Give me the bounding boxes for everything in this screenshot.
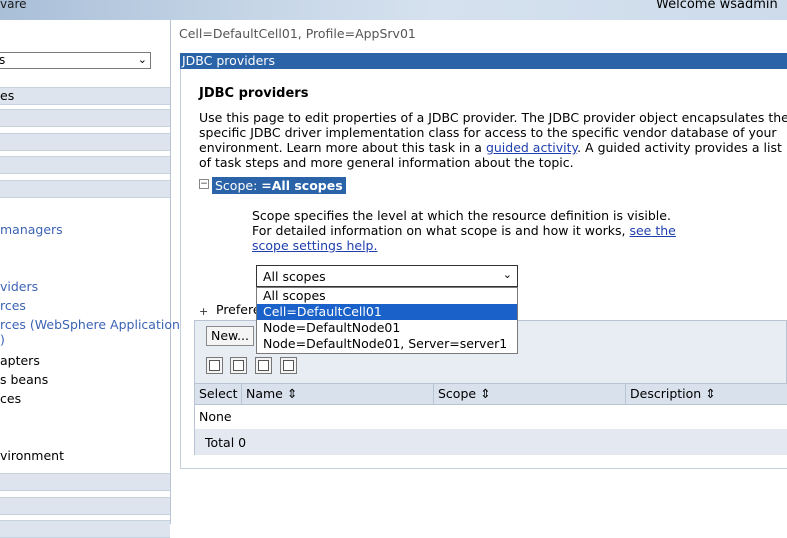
nav-link-data-sources[interactable]: rces	[0, 298, 26, 313]
nav-group-bar[interactable]: es	[0, 87, 170, 105]
welcome-text: Welcome wsadmin	[656, 0, 778, 12]
nav-group-bar[interactable]	[0, 473, 170, 491]
page-description: Use this page to edit properties of a JD…	[199, 110, 787, 170]
scope-section-header[interactable]: Scope: =All scopes	[212, 177, 346, 194]
nav-item-adapters[interactable]: apters	[0, 353, 40, 368]
nav-item-ces[interactable]: ces	[0, 391, 21, 406]
nav-group-bar[interactable]	[0, 520, 170, 538]
scope-select-value: All scopes	[263, 269, 326, 284]
collapse-icon[interactable]: −	[199, 179, 209, 189]
preferences-label[interactable]: Prefere	[216, 302, 261, 317]
nav-link-data-sources-was[interactable]: rces (WebSphere Application	[0, 317, 180, 332]
column-select: Select	[195, 384, 242, 404]
scope-dropdown-list: All scopes Cell=DefaultCell01 Node=Defau…	[256, 287, 518, 354]
scope-option[interactable]: Node=DefaultNode01, Server=server1	[257, 336, 517, 352]
nav-link-managers[interactable]: managers	[0, 222, 63, 237]
nav-item-environment[interactable]: vironment	[0, 448, 64, 463]
sort-icon[interactable]: ⇕	[705, 386, 715, 401]
new-button[interactable]: New...	[206, 326, 254, 346]
portlet-title: JDBC providers	[180, 53, 787, 69]
show-filter-icon[interactable]	[255, 357, 272, 374]
table-row: None	[195, 405, 787, 429]
sort-icon[interactable]: ⇕	[480, 386, 490, 401]
scope-description: Scope specifies the level at which the r…	[252, 208, 682, 253]
nav-link-jdbc-providers[interactable]: viders	[0, 279, 38, 294]
scope-desc-line2: For detailed information on what scope i…	[252, 223, 630, 238]
nav-group-bar[interactable]	[0, 109, 170, 127]
scope-desc-line1: Scope specifies the level at which the r…	[252, 208, 671, 223]
clear-filter-icon[interactable]	[280, 357, 297, 374]
nav-group-bar[interactable]	[0, 133, 170, 151]
scope-option-highlighted[interactable]: Cell=DefaultCell01	[257, 304, 517, 320]
page-title: JDBC providers	[199, 86, 309, 101]
nav-group-bar[interactable]	[0, 156, 170, 174]
column-scope[interactable]: Scope ⇕	[434, 384, 626, 404]
select-all-icon[interactable]	[206, 357, 223, 374]
column-name[interactable]: Name ⇕	[242, 384, 434, 404]
nav-group-bar[interactable]	[0, 180, 170, 198]
guided-activity-link[interactable]: guided activity	[486, 140, 577, 155]
view-select[interactable]: s ⌄	[0, 52, 151, 69]
brand-text: vare	[0, 0, 27, 11]
nav-link-data-sources-was-cont[interactable]: )	[0, 332, 5, 347]
scope-label: Scope:	[215, 178, 258, 193]
table-total-row: Total 0	[195, 429, 787, 455]
expand-icon[interactable]: +	[199, 305, 208, 318]
breadcrumb: Cell=DefaultCell01, Profile=AppSrv01	[179, 26, 416, 41]
column-description[interactable]: Description ⇕	[626, 384, 787, 404]
left-navigation: s ⌄ es managers viders rces rces (WebSph…	[0, 20, 180, 538]
scope-option[interactable]: All scopes	[257, 288, 517, 304]
nav-group-label: es	[0, 88, 15, 103]
chevron-down-icon: ⌄	[137, 53, 147, 66]
scope-value: =All scopes	[261, 178, 343, 193]
empty-table-text: None	[199, 409, 232, 424]
sort-icon[interactable]: ⇕	[287, 386, 297, 401]
table-header: Select Name ⇕ Scope ⇕ Description ⇕	[195, 383, 787, 405]
nav-item-beans[interactable]: s beans	[0, 372, 48, 387]
scope-select[interactable]: All scopes ⌄	[256, 265, 518, 287]
view-select-value: s	[0, 53, 6, 67]
chevron-down-icon: ⌄	[502, 268, 512, 281]
deselect-all-icon[interactable]	[230, 357, 247, 374]
nav-group-bar[interactable]	[0, 497, 170, 515]
total-count: Total 0	[205, 435, 247, 450]
scope-option[interactable]: Node=DefaultNode01	[257, 320, 517, 336]
